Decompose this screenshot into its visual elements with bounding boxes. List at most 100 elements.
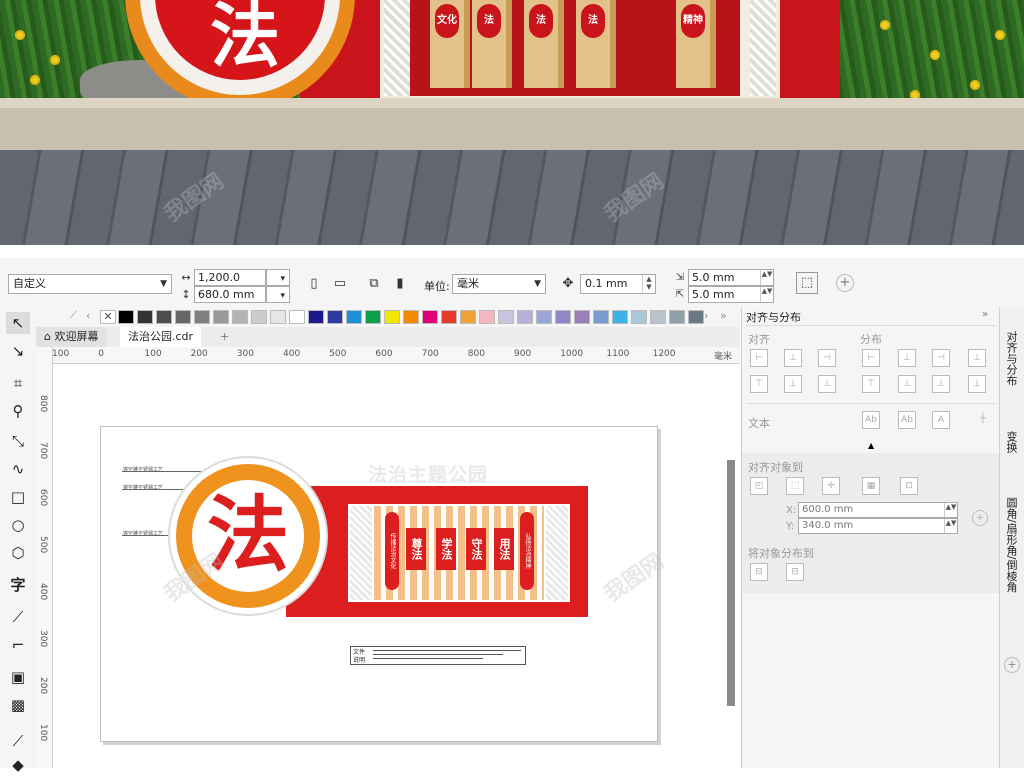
x-spinner[interactable]: ▲▼ <box>944 503 957 517</box>
align-bottom-icon[interactable]: ⊥ <box>818 375 836 393</box>
height-spinner[interactable]: ▾ <box>266 286 290 303</box>
distribute-page-icon[interactable]: ⊟ <box>786 563 804 581</box>
page-height-field[interactable]: 680.0 mm <box>194 286 266 303</box>
text-outline-icon[interactable]: ┼ <box>974 411 992 429</box>
color-swatch[interactable] <box>593 310 609 324</box>
unit-select[interactable]: 毫米 ▼ <box>452 274 546 294</box>
color-swatch[interactable] <box>289 310 305 324</box>
color-swatch[interactable] <box>555 310 571 324</box>
pick-point-icon[interactable]: + <box>972 510 988 526</box>
distribute-right-icon[interactable]: ⊣ <box>932 349 950 367</box>
tab-align-distribute[interactable]: 对齐与分布 <box>1003 331 1019 386</box>
chevron-right-icon[interactable]: › <box>704 309 708 322</box>
polygon-tool-icon[interactable]: ⬡ <box>6 542 30 564</box>
portrait-icon[interactable]: ▯ <box>304 274 324 294</box>
connector-tool-icon[interactable]: ⌐ <box>6 634 30 656</box>
artistic-media-icon[interactable]: ∿ <box>6 458 30 480</box>
pick-tool-icon[interactable]: ↖ <box>6 312 30 334</box>
nudge-spinner[interactable]: ▲ ▼ <box>642 275 655 293</box>
width-spinner[interactable]: ▾ <box>266 269 290 286</box>
distribute-center-icon[interactable]: ⊥ <box>898 349 916 367</box>
tab-file[interactable]: 法治公园.cdr <box>120 327 202 347</box>
color-swatch[interactable] <box>365 310 381 324</box>
current-page-icon[interactable]: ▮ <box>390 274 410 294</box>
treat-as-filled-icon[interactable]: ⬚ <box>796 272 818 294</box>
color-swatch[interactable] <box>213 310 229 324</box>
add-icon[interactable]: + <box>836 274 854 292</box>
transparency-tool-icon[interactable]: ▩ <box>6 694 30 716</box>
zoom-tool-icon[interactable]: ⚲ <box>6 400 30 422</box>
horizontal-ruler[interactable]: 100 0 100 200 300 400 500 600 700 800 900 1000 1100 1… <box>52 347 740 364</box>
color-swatch[interactable] <box>403 310 419 324</box>
color-swatch[interactable] <box>232 310 248 324</box>
x-position-field[interactable]: 600.0 mm ▲▼ <box>798 502 958 518</box>
color-swatch[interactable] <box>631 310 647 324</box>
color-swatch[interactable] <box>498 310 514 324</box>
distribute-bottom-icon[interactable]: ⊥ <box>932 375 950 393</box>
eyedropper-tool-icon[interactable]: ⟋ <box>6 730 30 752</box>
color-swatch[interactable] <box>346 310 362 324</box>
freehand-tool-icon[interactable]: ⤡ <box>6 430 30 452</box>
dup-distance-y-field[interactable]: 5.0 mm ▲▼ <box>688 286 774 303</box>
align-center-h-icon[interactable]: ⊥ <box>784 349 802 367</box>
nudge-field[interactable]: 0.1 mm ▲ ▼ <box>580 274 656 294</box>
align-left-icon[interactable]: ⊢ <box>750 349 768 367</box>
text-baseline-icon[interactable]: Ab <box>862 411 880 429</box>
color-swatch[interactable] <box>384 310 400 324</box>
page-width-field[interactable]: 1,200.0 mm <box>194 269 266 298</box>
eyedropper-icon[interactable]: ⟋ <box>70 310 77 321</box>
tab-transform[interactable]: 变换 <box>1003 431 1019 453</box>
align-top-icon[interactable]: ⊤ <box>750 375 768 393</box>
distribute-top-icon[interactable]: ⊤ <box>862 375 880 393</box>
page-center-icon[interactable]: ✛ <box>822 477 840 495</box>
align-center-v-icon[interactable]: ⊥ <box>784 375 802 393</box>
grid-icon[interactable]: ▦ <box>862 477 880 495</box>
color-swatch[interactable] <box>479 310 495 324</box>
y-position-field[interactable]: 340.0 mm ▲▼ <box>798 518 958 534</box>
dup-x-spinner[interactable]: ▲▼ <box>760 270 773 285</box>
add-docker-icon[interactable]: + <box>1004 657 1020 673</box>
page-preset-select[interactable]: 自定义 ▼ <box>8 274 172 294</box>
vertical-ruler[interactable]: 800 700 600 500 400 300 200 100 <box>36 347 53 768</box>
expand-icon[interactable]: ▲ <box>868 441 874 450</box>
color-swatch[interactable] <box>194 310 210 324</box>
chevron-left-icon[interactable]: ‹ <box>86 309 90 322</box>
no-color-swatch[interactable]: ✕ <box>100 310 116 324</box>
color-swatch[interactable] <box>536 310 552 324</box>
tab-fillet[interactable]: 圆角/扇形角/倒棱角 <box>1003 497 1019 592</box>
dup-distance-x-field[interactable]: 5.0 mm ▲▼ <box>688 269 774 286</box>
align-right-icon[interactable]: ⊣ <box>818 349 836 367</box>
ellipse-tool-icon[interactable]: ○ <box>6 514 30 536</box>
color-swatch[interactable] <box>118 310 134 324</box>
distribute-spacing-icon[interactable]: ⊥ <box>968 349 986 367</box>
tab-welcome[interactable]: ⌂ 欢迎屏幕 <box>36 327 107 347</box>
color-swatch[interactable] <box>175 310 191 324</box>
text-bbox-icon[interactable]: A <box>932 411 950 429</box>
color-swatch[interactable] <box>612 310 628 324</box>
parallel-dimension-icon[interactable]: ⟋ <box>6 606 30 628</box>
new-tab-button[interactable]: + <box>212 327 237 347</box>
color-swatch[interactable] <box>422 310 438 324</box>
distribute-middle-icon[interactable]: ⊥ <box>898 375 916 393</box>
specified-point-icon[interactable]: ⊡ <box>900 477 918 495</box>
color-swatch[interactable] <box>688 310 704 324</box>
vertical-scrollbar[interactable] <box>727 460 735 706</box>
color-swatch[interactable] <box>669 310 685 324</box>
color-swatch[interactable] <box>270 310 286 324</box>
all-pages-icon[interactable]: ⧉ <box>364 274 384 294</box>
color-swatch[interactable] <box>251 310 267 324</box>
text-tool-icon[interactable]: 字 <box>6 574 30 596</box>
active-object-icon[interactable]: ◰ <box>750 477 768 495</box>
distribute-selection-icon[interactable]: ⊟ <box>750 563 768 581</box>
collapse-icon[interactable]: » <box>982 309 988 320</box>
page-edge-icon[interactable]: ⬚ <box>786 477 804 495</box>
dup-y-spinner[interactable]: ▲▼ <box>760 287 773 302</box>
drop-shadow-icon[interactable]: ▣ <box>6 666 30 688</box>
color-swatch[interactable] <box>574 310 590 324</box>
color-swatch[interactable] <box>327 310 343 324</box>
color-swatch[interactable] <box>308 310 324 324</box>
distribute-v-spacing-icon[interactable]: ⊥ <box>968 375 986 393</box>
palette-more-icon[interactable]: » <box>720 309 727 322</box>
color-swatch[interactable] <box>441 310 457 324</box>
color-swatch[interactable] <box>460 310 476 324</box>
